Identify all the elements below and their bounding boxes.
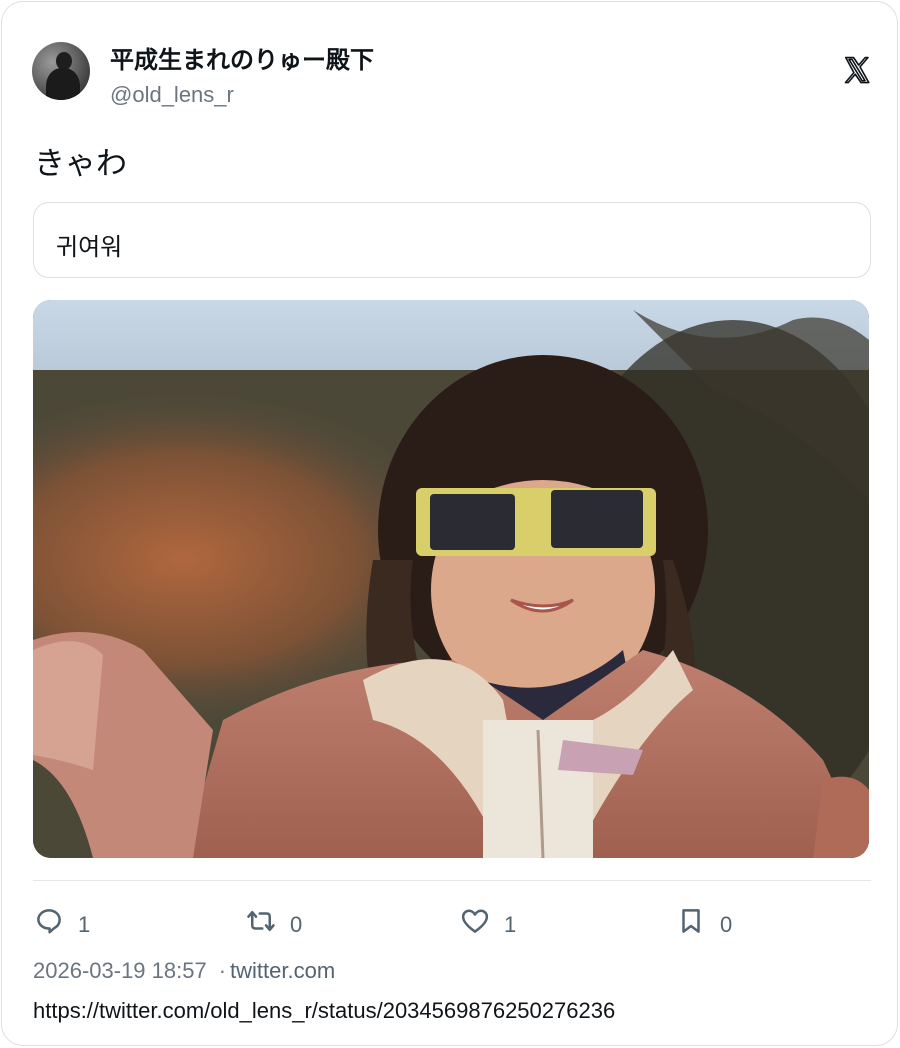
- tweet-meta: 2026-03-19 18:57 · twitter.com: [33, 958, 335, 984]
- heart-icon: [461, 909, 489, 933]
- avatar[interactable]: [32, 42, 90, 100]
- x-logo-icon[interactable]: [842, 54, 872, 86]
- reply-count: 1: [78, 912, 91, 937]
- photo-illustration: [33, 300, 869, 858]
- retweet-count: 0: [290, 912, 303, 937]
- bookmark-icon: [682, 909, 700, 933]
- like-count: 1: [504, 912, 517, 937]
- meta-separator: ·: [218, 958, 227, 983]
- translation-text: 귀여워: [56, 233, 123, 261]
- reply-button[interactable]: 1: [34, 904, 90, 938]
- tweet-photo[interactable]: [33, 300, 869, 858]
- timestamp[interactable]: 2026-03-19 18:57: [33, 958, 207, 983]
- tweet-text: きゃわ: [34, 146, 127, 182]
- author-display-name[interactable]: 平成生まれのりゅー殿下: [110, 40, 374, 75]
- avatar-figure-body: [46, 68, 80, 100]
- translation-box: 귀여워: [33, 202, 871, 278]
- bookmark-count: 0: [720, 912, 733, 937]
- like-button[interactable]: 1: [460, 904, 516, 938]
- bookmark-button[interactable]: 0: [676, 904, 732, 938]
- reply-bubble-icon: [37, 909, 61, 934]
- tweet-url[interactable]: https://twitter.com/old_lens_r/status/20…: [33, 998, 615, 1024]
- retweet-icon: [247, 911, 275, 931]
- actions-divider: [33, 880, 871, 881]
- source-link[interactable]: twitter.com: [230, 958, 335, 983]
- retweet-button[interactable]: 0: [246, 904, 302, 938]
- tweet-card: 平成生まれのりゅー殿下 @old_lens_r きゃわ 귀여워 1 0 1 0 …: [1, 1, 898, 1046]
- author-handle[interactable]: @old_lens_r: [110, 82, 234, 108]
